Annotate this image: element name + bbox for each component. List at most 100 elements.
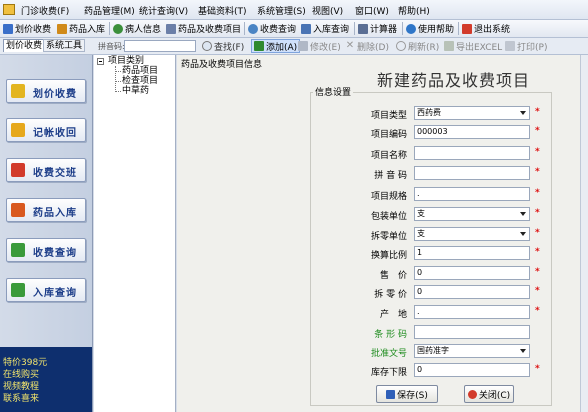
save-button[interactable]: 保存(S) [376,385,438,403]
action-bar: 划价收费 系统工具 拼音码: 查找(F) 添加(A) 修改(E) ✕ 删除(D) … [0,38,588,55]
promo-line: 联系喜来 [3,394,40,404]
find-icon [202,41,212,51]
pinyin-search-input[interactable] [124,40,196,52]
person-icon [113,23,123,34]
field-select[interactable]: 西药费 [414,106,530,120]
menu-outpatient-billing[interactable]: 门诊收费(F) [21,4,69,17]
stock-icon [11,283,25,297]
menu-basic-data[interactable]: 基础资料(T) [198,4,247,17]
main-panel: 药品及收费项目信息 新建药品及收费项目 信息设置 项目类型 西药费 * 项目编码 000… [177,55,588,412]
toolbar-billing-query-button[interactable]: 收费查询 [248,22,296,35]
toolbar-stock-query-button[interactable]: 入库查询 [301,22,349,35]
edit-icon [298,41,308,51]
field-label: 条 形 码 [374,330,407,340]
close-button[interactable]: 关闭(C) [464,385,514,403]
toolbar-drug-items-button[interactable]: 药品及收费项目 [166,22,241,35]
field-select[interactable]: 国药准字 [414,344,530,358]
sidebar-item-ledger-recovery[interactable]: 记帐收回 [6,118,86,142]
tab-system-tools[interactable]: 系统工具 [43,39,86,52]
required-marker: * [535,286,540,296]
toolbar-patient-info-button[interactable]: 病人信息 [113,22,161,35]
print-icon [505,41,515,51]
menu-window[interactable]: 窗口(W) [355,4,389,17]
app-icon [3,4,15,15]
main-toolbar: 划价收费 药品入库 病人信息 药品及收费项目 收费查询 入库查询 计算器 使用帮… [0,20,588,38]
required-marker: * [535,267,540,277]
field-input[interactable]: 1 [414,246,530,260]
field-select[interactable]: 支 [414,207,530,221]
tab-billing[interactable]: 划价收费 [3,39,46,52]
toolbar-billing-button[interactable]: 划价收费 [3,22,51,35]
field-select[interactable]: 支 [414,227,530,241]
exit-icon [462,23,472,34]
sidebar-item-billing[interactable]: 划价收费 [6,79,86,103]
field-label: 项目名称 [370,151,407,161]
magnifier-icon [248,23,258,34]
field-input[interactable]: . [414,305,530,319]
medicine-icon [11,203,25,217]
sidebar-item-stock-query[interactable]: 入库查询 [6,278,86,302]
field-label: 库存下限 [370,368,407,378]
required-marker: * [535,167,540,177]
pinyin-label: 拼音码: [98,42,125,51]
plus-icon [254,41,264,51]
floppy-icon [386,389,396,399]
sidebar-item-drug-stockin[interactable]: 药品入库 [6,198,86,222]
field-input[interactable]: 0 [414,285,530,299]
tree-node-herbal[interactable]: 中草药 [122,87,149,96]
required-marker: * [535,188,540,198]
find-button[interactable]: 查找(F) [202,39,244,53]
help-icon [406,23,416,34]
field-label: 产 地 [379,310,407,320]
sidebar-item-billing-query[interactable]: 收费查询 [6,238,86,262]
menu-bar: 门诊收费(F) 药品管理(M) 统计查询(V) 基础资料(T) 系统管理(S) … [0,0,588,20]
field-input[interactable] [414,325,530,339]
field-label: 项目类型 [370,111,407,121]
vertical-scrollbar[interactable] [580,55,588,412]
field-label: 售 价 [379,271,407,281]
coin-icon [11,84,25,98]
field-input[interactable]: 000003 [414,125,530,139]
tree-collapse-toggle[interactable] [97,58,104,65]
refresh-button[interactable]: 刷新(R) [396,39,439,53]
menu-view[interactable]: 视图(V) [312,4,343,17]
required-marker: * [535,208,540,218]
export-excel-button[interactable]: 导出EXCEL [444,39,502,53]
print-button[interactable]: 打印(P) [505,39,547,53]
field-label: 批准文号 [370,349,407,359]
page-title: 新建药品及收费项目 [377,71,531,90]
tree-node-exam-items[interactable]: 检查项目 [122,77,158,86]
toolbar-calculator-button[interactable]: 计算器 [358,22,397,35]
field-label: 项目规格 [370,192,407,202]
arrow-in-icon [57,23,67,34]
required-marker: * [535,126,540,136]
toolbar-exit-button[interactable]: 退出系统 [462,22,510,35]
breadcrumb: 药品及收费项目信息 [181,60,263,70]
field-input[interactable] [414,166,530,180]
grid-icon [166,23,176,34]
menu-help[interactable]: 帮助(H) [398,4,430,17]
delete-button[interactable]: ✕ 删除(D) [345,39,389,53]
menu-system[interactable]: 系统管理(S) [257,4,306,17]
tree-root[interactable]: 项目类别 [108,57,144,66]
promo-panel[interactable]: 特价398元 在线购买 视频教程 联系喜来 [0,347,92,412]
required-marker: * [535,247,540,257]
menu-drug-management[interactable]: 药品管理(M) [84,4,135,17]
sidebar-item-shift-handover[interactable]: 收费交班 [6,158,86,182]
ledger-icon [11,123,25,137]
toolbar-help-button[interactable]: 使用帮助 [406,22,454,35]
add-button[interactable]: 添加(A) [251,39,301,53]
toolbar-drug-stockin-button[interactable]: 药品入库 [57,22,105,35]
query-icon [11,243,25,257]
menu-statistics[interactable]: 统计查询(V) [139,4,188,17]
field-label: 拆零单位 [370,232,407,242]
field-input[interactable]: . [414,187,530,201]
field-input[interactable] [414,146,530,160]
required-marker: * [535,107,540,117]
close-icon [467,389,477,399]
field-input[interactable]: 0 [414,363,530,377]
tree-node-drug-items[interactable]: 药品项目 [122,67,158,76]
category-tree: 项目类别 药品项目 检查项目 中草药 [94,55,176,412]
field-input[interactable]: 0 [414,266,530,280]
edit-button[interactable]: 修改(E) [298,39,341,53]
